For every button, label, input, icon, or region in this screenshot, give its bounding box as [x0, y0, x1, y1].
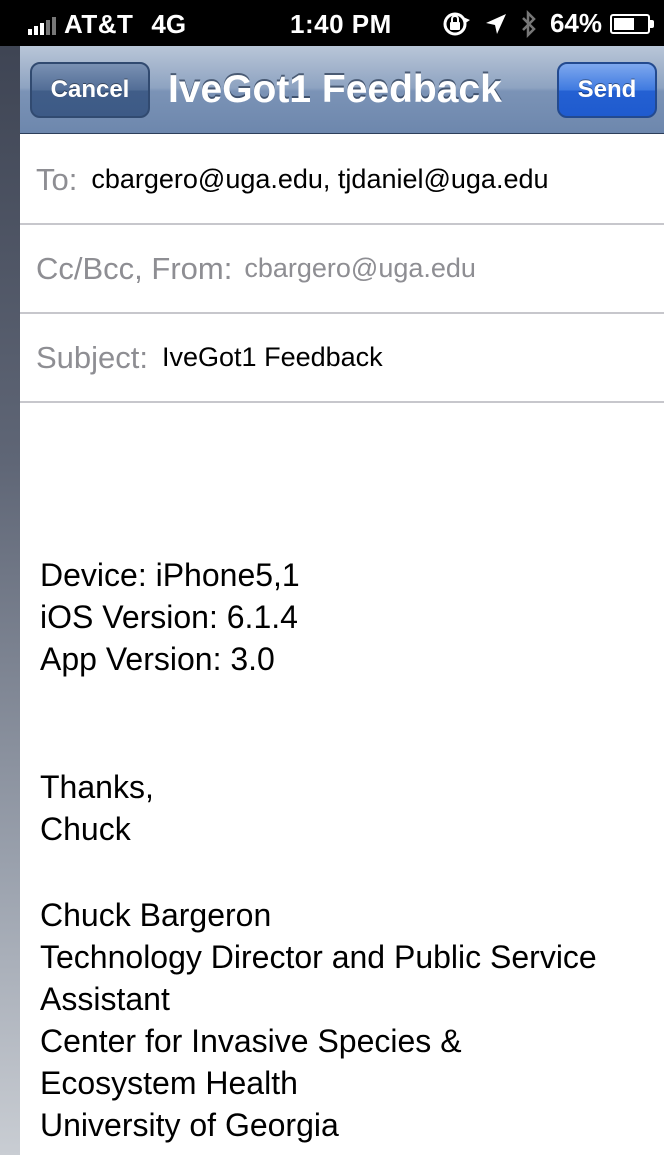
to-field[interactable]: To: cbargero@uga.edu, tjdaniel@uga.edu: [20, 136, 664, 225]
page-title: IveGot1 Feedback: [168, 68, 502, 111]
location-arrow-icon: [484, 12, 508, 36]
signature-org-line-1: Center for Invasive Species &: [40, 1023, 462, 1059]
subject-label: Subject:: [36, 339, 149, 375]
signature-title-line-2: Assistant: [40, 981, 170, 1017]
battery-fill: [614, 17, 634, 30]
signature-title-line-1: Technology Director and Public Service: [40, 939, 597, 975]
network-type: 4G: [151, 9, 187, 39]
carrier-name: AT&T: [64, 9, 134, 39]
ios-version-line: iOS Version: 6.1.4: [40, 599, 298, 635]
subject-field[interactable]: Subject: IveGot1 Feedback: [20, 314, 664, 403]
message-closing[interactable]: Thanks, Chuck: [40, 766, 154, 850]
device-line: Device: iPhone5,1: [40, 557, 300, 593]
signature-university: University of Georgia: [40, 1107, 339, 1143]
to-label: To:: [36, 161, 78, 197]
message-signature[interactable]: Chuck Bargeron Technology Director and P…: [40, 894, 597, 1146]
subject-input[interactable]: IveGot1 Feedback: [162, 342, 383, 373]
mail-compose-sheet: Cancel IveGot1 Feedback Send To: cbarger…: [20, 46, 664, 1155]
bluetooth-icon: [520, 9, 538, 38]
status-bar-left: AT&T 4G: [28, 9, 186, 40]
signal-icon: [28, 15, 58, 35]
battery-percent: 64%: [549, 8, 602, 38]
cc-bcc-from-field[interactable]: Cc/Bcc, From: cbargero@uga.edu: [20, 225, 664, 314]
cc-bcc-from-label: Cc/Bcc, From:: [36, 250, 233, 286]
signature-name: Chuck Bargeron: [40, 897, 272, 933]
rotation-lock-icon: [442, 11, 472, 37]
send-button[interactable]: Send: [557, 62, 657, 118]
signature-org-line-2: Ecosystem Health: [40, 1065, 298, 1101]
to-recipients[interactable]: cbargero@uga.edu, tjdaniel@uga.edu: [91, 164, 548, 195]
status-bar-right: 64%: [442, 8, 654, 39]
message-device-info[interactable]: Device: iPhone5,1 iOS Version: 6.1.4 App…: [40, 554, 300, 680]
closing-line: Thanks,: [40, 769, 154, 805]
status-bar: AT&T 4G 1:40 PM 64%: [0, 0, 664, 46]
cancel-button[interactable]: Cancel: [30, 62, 150, 118]
from-address[interactable]: cbargero@uga.edu: [244, 253, 476, 284]
sender-first-name: Chuck: [40, 811, 131, 847]
app-version-line: App Version: 3.0: [40, 641, 275, 677]
clock: 1:40 PM: [290, 9, 392, 39]
battery-icon: [610, 13, 654, 34]
navigation-bar: Cancel IveGot1 Feedback Send: [20, 46, 664, 134]
